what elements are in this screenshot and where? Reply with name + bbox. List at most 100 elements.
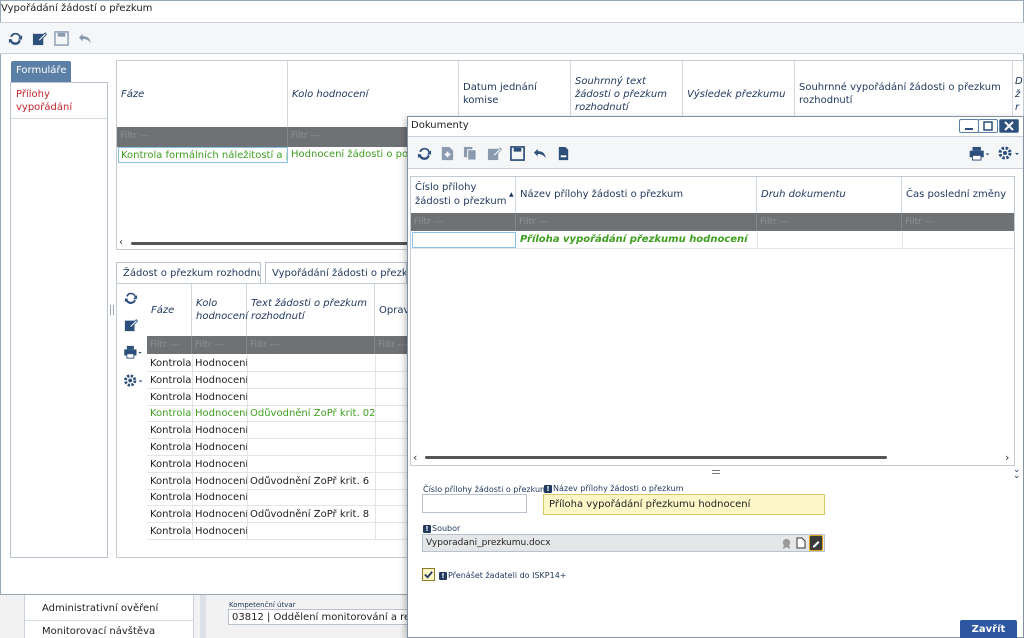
certificate-icon[interactable] — [780, 535, 792, 551]
table-row[interactable]: Kontrola Hodnocení — [147, 371, 410, 389]
cell-attachment-name[interactable]: Příloha vypořádání přezkumu hodnocení — [520, 234, 748, 245]
cell-request-text[interactable]: Odůvodnění ŽoPř krit. 02 — [250, 408, 375, 419]
cell-round[interactable]: Hodnocení — [195, 509, 247, 520]
edit-icon[interactable] — [123, 317, 139, 333]
nav-item-administrative-verification[interactable]: Administrativní ověření — [42, 603, 158, 614]
table-row[interactable]: Kontrola Hodnocení — [147, 439, 410, 456]
column-header-correction[interactable]: Oprav — [375, 284, 410, 336]
minimize-button[interactable] — [959, 119, 979, 133]
transfer-checkbox[interactable] — [422, 568, 435, 581]
edit-icon[interactable] — [486, 145, 502, 161]
document-icon[interactable] — [555, 145, 571, 161]
cell-phase[interactable]: Kontrola — [150, 408, 192, 419]
cell-phase[interactable]: Kontrola — [150, 392, 192, 403]
close-icon[interactable] — [999, 119, 1019, 133]
filter-phase[interactable]: Filtr --- — [117, 127, 288, 147]
table-row[interactable]: Kontrola Hodnocení Odůvodnění ŽoPř krit. 6 — [147, 472, 410, 490]
maximize-button[interactable] — [978, 119, 998, 133]
scroll-left-icon[interactable]: ‹ — [413, 451, 417, 464]
cell-phase[interactable]: Kontrola — [150, 459, 192, 470]
tab-review-request[interactable]: Žádost o přezkum rozhodnutí — [116, 262, 261, 284]
copy-icon[interactable] — [462, 145, 478, 161]
close-button[interactable]: Zavřít — [960, 620, 1017, 638]
table-row[interactable]: Kontrola Hodnocení — [147, 489, 410, 507]
filter-last-change[interactable]: Filtr --- — [902, 213, 1014, 231]
cell-phase[interactable]: Kontrola — [150, 526, 192, 537]
cell-phase[interactable]: Kontrola — [150, 509, 192, 520]
table-row[interactable]: Kontrola Hodnocení — [147, 422, 410, 440]
cell-attachment-number[interactable] — [412, 232, 516, 248]
column-header-last-change[interactable]: Čas poslední změny — [902, 177, 1014, 213]
cell-round[interactable]: Hodnocení — [195, 375, 247, 386]
column-header-attachment-name[interactable]: Název přílohy žádosti o přezkum — [516, 177, 757, 213]
cell-round[interactable]: Hodnocení — [195, 459, 247, 470]
column-header-request-text[interactable]: Text žádosti o přezkum rozhodnutí — [247, 284, 375, 336]
cell-round[interactable]: Hodnocení — [195, 425, 247, 436]
filter-text[interactable]: Filtr --- — [247, 336, 375, 354]
refresh-icon[interactable] — [7, 30, 23, 46]
column-header-phase[interactable]: Fáze — [147, 284, 192, 336]
add-icon[interactable] — [439, 145, 455, 161]
scroll-right-icon[interactable]: › — [1005, 451, 1009, 464]
gear-icon[interactable] — [122, 372, 144, 388]
competence-unit-field[interactable]: 03812 | Oddělení monitorování a repo — [228, 609, 408, 625]
cell-request-text[interactable]: Odůvodnění ŽoPř krit. 8 — [250, 509, 375, 520]
undo-icon[interactable] — [532, 145, 548, 161]
filter-correction[interactable]: Filtr --- — [375, 336, 410, 354]
table-row[interactable]: Kontrola Hodnocení — [147, 455, 410, 473]
table-row[interactable]: Kontrola Hodnocení — [147, 523, 410, 540]
scroll-left-icon[interactable]: ‹ — [119, 237, 129, 248]
refresh-icon[interactable] — [416, 145, 432, 161]
print-icon[interactable] — [122, 344, 144, 360]
filter-round[interactable]: Filtr --- — [192, 336, 247, 354]
undo-icon[interactable] — [77, 30, 93, 46]
cell-phase[interactable]: Kontrola — [150, 442, 192, 453]
cell-round[interactable]: Hodnocení — [195, 392, 247, 403]
tab-forms[interactable]: Formuláře — [11, 61, 71, 83]
column-header-document-type[interactable]: Druh dokumentu — [757, 177, 902, 213]
cell-phase[interactable]: Kontrola formálních náležitostí a př — [118, 147, 288, 163]
attachment-number-input[interactable] — [422, 494, 527, 513]
print-icon[interactable] — [968, 145, 992, 161]
cell-round[interactable]: Hodnocení — [195, 408, 247, 419]
cell-phase[interactable]: Kontrola — [150, 476, 192, 487]
attachment-name-input[interactable]: Příloha vypořádání přezkumu hodnocení — [543, 494, 825, 515]
cell-round[interactable]: Hodnocení — [195, 476, 247, 487]
horizontal-scrollbar[interactable] — [425, 456, 887, 459]
file-field[interactable]: Vyporadani_prezkumu.docx — [422, 534, 825, 552]
column-header-phase[interactable]: Fáze — [117, 61, 288, 127]
cell-round[interactable]: Hodnocení — [195, 526, 247, 537]
cell-round[interactable]: Hodnocení — [195, 492, 247, 503]
filter-number[interactable]: Filtr --- — [411, 213, 516, 231]
panel-splitter-handle[interactable] — [110, 305, 114, 315]
cell-request-text[interactable]: Odůvodnění ŽoPř krit. 6 — [250, 476, 375, 487]
cell-phase[interactable]: Kontrola — [150, 375, 192, 386]
cell-phase[interactable]: Kontrola — [150, 358, 192, 369]
splitter[interactable] — [200, 595, 206, 638]
table-row[interactable]: Příloha vypořádání přezkumu hodnocení — [411, 232, 1014, 249]
tab-review-settlement[interactable]: Vypořádání žádosti o přezkum — [265, 262, 407, 284]
cell-phase[interactable]: Kontrola — [150, 425, 192, 436]
file-icon[interactable] — [795, 535, 807, 551]
save-icon[interactable] — [53, 30, 69, 46]
forms-item-attachments[interactable]: Přílohy vypořádání — [16, 88, 96, 114]
filter-phase[interactable]: Filtr --- — [147, 336, 192, 354]
cell-round[interactable]: Hodnocení žádosti o podp — [291, 149, 421, 160]
cell-round[interactable]: Hodnocení — [195, 358, 247, 369]
column-header-round[interactable]: Kolo hodnocení — [192, 284, 248, 336]
column-header-attachment-number[interactable]: Číslo přílohy žádosti o přezkum — [411, 177, 516, 213]
cell-phase[interactable]: Kontrola — [150, 492, 192, 503]
save-icon[interactable] — [509, 145, 525, 161]
filter-type[interactable]: Filtr --- — [757, 213, 902, 231]
refresh-icon[interactable] — [123, 290, 139, 306]
table-row[interactable]: Kontrola Hodnocení Odůvodnění ŽoPř krit. 8 — [147, 506, 410, 524]
gear-icon[interactable] — [997, 145, 1021, 161]
table-row[interactable]: Kontrola Hodnocení — [147, 388, 410, 406]
expand-icon[interactable]: ⌄ ⌄ — [1013, 466, 1021, 481]
table-row[interactable]: Kontrola Hodnocení Odůvodnění ŽoPř krit. 0… — [147, 405, 410, 423]
horizontal-scrollbar[interactable] — [131, 242, 411, 245]
edit-icon[interactable] — [31, 30, 47, 46]
cell-round[interactable]: Hodnocení — [195, 442, 247, 453]
filter-name[interactable]: Filtr --- — [516, 213, 757, 231]
edit-file-icon[interactable] — [809, 535, 823, 551]
